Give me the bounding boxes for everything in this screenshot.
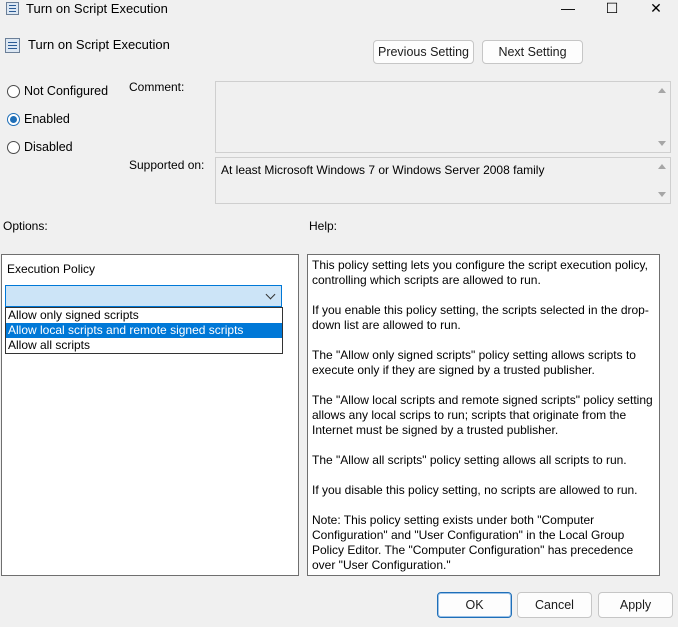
window-title: Turn on Script Execution (26, 1, 168, 16)
radio-circle[interactable] (7, 85, 20, 98)
radio-circle[interactable] (7, 113, 20, 126)
scroll-down-icon[interactable] (658, 192, 666, 197)
supported-on-box: At least Microsoft Windows 7 or Windows … (215, 157, 671, 204)
radio-label: Disabled (24, 140, 73, 154)
radio-label: Enabled (24, 112, 70, 126)
help-paragraph: This policy setting lets you configure t… (312, 258, 648, 287)
help-heading: Help: (309, 219, 338, 233)
options-heading: Options: (3, 219, 48, 233)
supported-scrollbar[interactable] (653, 158, 670, 203)
help-paragraph: The "Allow all scripts" policy setting a… (312, 453, 627, 467)
dropdown-option[interactable]: Allow all scripts (6, 338, 282, 353)
comment-textbox[interactable] (215, 81, 671, 153)
help-paragraph: If you disable this policy setting, no s… (312, 483, 638, 497)
apply-button[interactable]: Apply (598, 592, 673, 618)
comment-label: Comment: (129, 80, 185, 94)
comment-scrollbar[interactable] (653, 82, 670, 152)
policy-name: Turn on Script Execution (28, 37, 170, 52)
policy-setting-icon (5, 38, 20, 53)
minimize-button[interactable]: — (546, 0, 590, 18)
next-setting-button[interactable]: Next Setting (482, 40, 583, 64)
supported-on-label: Supported on: (129, 158, 205, 172)
supported-on-text: At least Microsoft Windows 7 or Windows … (221, 163, 545, 177)
maximize-button[interactable]: ☐ (590, 0, 634, 18)
help-panel: This policy setting lets you configure t… (307, 254, 660, 576)
dropdown-list: Allow only signed scripts Allow local sc… (5, 307, 283, 354)
scroll-down-icon[interactable] (658, 141, 666, 146)
help-paragraph: Note: This policy setting exists under b… (312, 513, 634, 572)
help-paragraph: The "Allow only signed scripts" policy s… (312, 348, 636, 377)
scroll-up-icon[interactable] (658, 88, 666, 93)
radio-circle[interactable] (7, 141, 20, 154)
radio-label: Not Configured (24, 84, 109, 98)
ok-button[interactable]: OK (437, 592, 512, 618)
execution-policy-label: Execution Policy (7, 262, 96, 276)
close-button[interactable]: ✕ (634, 0, 678, 18)
cancel-button[interactable]: Cancel (517, 592, 592, 618)
scroll-up-icon[interactable] (658, 164, 666, 169)
help-text: This policy setting lets you configure t… (312, 258, 657, 575)
policy-app-icon (6, 2, 19, 15)
help-paragraph: If you enable this policy setting, the s… (312, 303, 649, 332)
previous-setting-button[interactable]: Previous Setting (373, 40, 474, 64)
help-paragraph: The "Allow local scripts and remote sign… (312, 393, 653, 437)
dropdown-option-highlighted[interactable]: Allow local scripts and remote signed sc… (6, 323, 282, 338)
execution-policy-dropdown[interactable] (5, 285, 282, 307)
dropdown-option[interactable]: Allow only signed scripts (6, 308, 282, 323)
chevron-down-icon[interactable] (265, 289, 276, 300)
